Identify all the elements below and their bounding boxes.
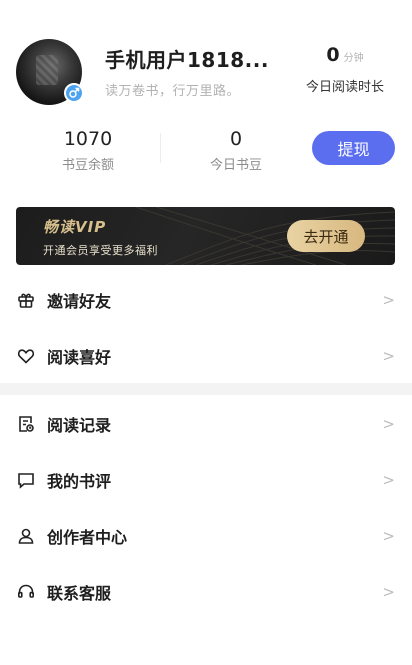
vip-open-button[interactable]: 去开通: [287, 220, 365, 252]
username[interactable]: 手机用户1818...: [105, 44, 269, 73]
today-coins[interactable]: 0 今日书豆: [181, 128, 291, 173]
chevron-right-icon: >: [382, 527, 395, 545]
user-motto: 读万卷书，行万里路。: [105, 84, 241, 99]
stat-divider: [160, 133, 161, 163]
vip-banner[interactable]: 畅读VIP 开通会员享受更多福利 去开通: [16, 207, 395, 265]
coin-balance-value: 1070: [63, 128, 113, 150]
male-icon: [64, 83, 84, 103]
menu-item-label: 创作者中心: [47, 528, 128, 547]
gift-icon: [16, 290, 36, 310]
avatar[interactable]: [16, 39, 84, 105]
menu-item-invite-friends[interactable]: 邀请好友 >: [0, 272, 412, 328]
today-coins-label: 今日书豆: [209, 158, 262, 173]
menu-item-label: 联系客服: [47, 584, 112, 603]
chevron-right-icon: >: [382, 347, 395, 365]
menu-item-my-reviews[interactable]: 我的书评 >: [0, 452, 412, 508]
menu-item-reading-history[interactable]: 阅读记录 >: [0, 396, 412, 452]
chevron-right-icon: >: [382, 583, 395, 601]
today-coins-value: 0: [229, 128, 243, 150]
heart-icon: [16, 346, 36, 366]
menu-item-reading-preference[interactable]: 阅读喜好 >: [0, 328, 412, 384]
vip-description: 开通会员享受更多福利: [43, 244, 158, 257]
headset-icon: [16, 582, 36, 602]
user-icon: [16, 526, 36, 546]
coin-balance-label: 书豆余额: [61, 158, 114, 173]
coin-balance[interactable]: 1070 书豆余额: [33, 128, 143, 173]
history-icon: [16, 414, 36, 434]
today-reading-time[interactable]: 0 分钟 今日阅读时长: [300, 44, 390, 95]
today-reading-unit: 分钟: [343, 53, 364, 64]
menu-item-customer-service[interactable]: 联系客服 >: [0, 564, 412, 620]
withdraw-button[interactable]: 提现: [312, 131, 395, 165]
chevron-right-icon: >: [382, 415, 395, 433]
today-reading-value: 0: [326, 44, 340, 66]
menu-item-label: 我的书评: [47, 472, 112, 491]
vip-title: 畅读VIP: [43, 218, 107, 236]
chevron-right-icon: >: [382, 291, 395, 309]
menu-item-creator-center[interactable]: 创作者中心 >: [0, 508, 412, 564]
comment-icon: [16, 470, 36, 490]
today-reading-label: 今日阅读时长: [305, 80, 384, 95]
section-divider: [0, 383, 412, 395]
menu-item-label: 阅读喜好: [47, 348, 112, 367]
menu-item-label: 阅读记录: [47, 416, 112, 435]
menu-item-label: 邀请好友: [47, 292, 112, 311]
chevron-right-icon: >: [382, 471, 395, 489]
